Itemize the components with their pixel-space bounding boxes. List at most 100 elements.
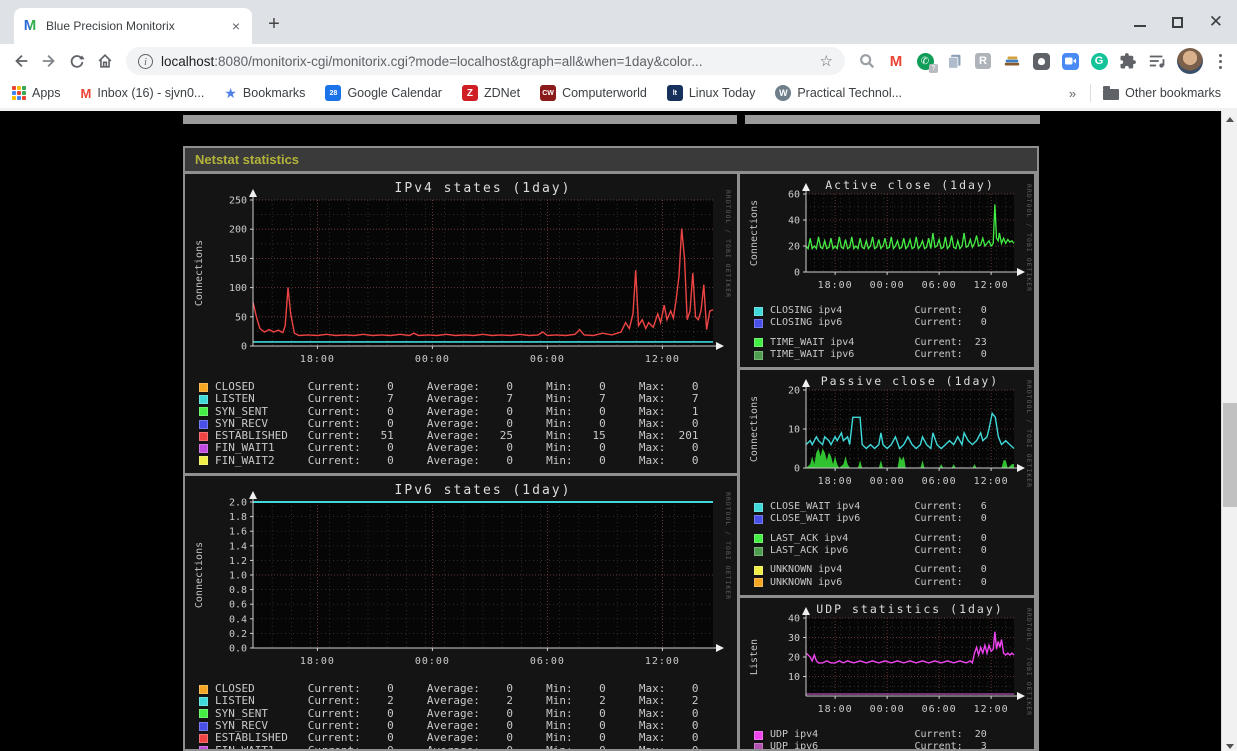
legend-row-closing-ipv4: CLOSING ipv4 Current: 0 xyxy=(754,305,1034,317)
graph-passive-close[interactable]: Passive close (1day) Connections 0 10 20 18:0… xyxy=(740,370,1034,595)
bookmark-item-inbox-16-sjvn0[interactable]: M Inbox (16) - sjvn0... xyxy=(81,86,205,101)
voice-extension-icon[interactable]: ✆? xyxy=(915,51,938,73)
legend-passive-close: CLOSE_WAIT ipv4 Current: 6 CLOSE_WAIT ipv… xyxy=(746,501,1034,589)
svg-text:20: 20 xyxy=(788,386,800,397)
playlist-extension-icon[interactable] xyxy=(1147,51,1167,71)
legend-row-unknown-ipv4: UNKNOWN ipv4 Current: 0 xyxy=(754,564,1034,576)
vertical-scrollbar[interactable] xyxy=(1221,111,1237,751)
zoom-extension-icon[interactable] xyxy=(1060,51,1080,71)
legend-gap xyxy=(754,526,1034,533)
home-button[interactable] xyxy=(92,48,118,74)
bookmarks-separator xyxy=(1090,84,1092,102)
svg-text:10: 10 xyxy=(788,672,800,683)
legend-swatch xyxy=(199,721,208,731)
forward-button[interactable] xyxy=(36,48,62,74)
browser-tab[interactable]: M Blue Precision Monitorix × xyxy=(14,8,252,44)
legend-swatch xyxy=(754,578,763,588)
scrollbar-down-arrow[interactable] xyxy=(1222,738,1237,751)
svg-text:18:00: 18:00 xyxy=(300,354,335,365)
zdnet-icon: Z xyxy=(461,85,478,101)
legend-text: LAST_ACK ipv6 Current: 0 xyxy=(770,545,987,557)
window-minimize-button[interactable] xyxy=(1133,25,1146,27)
graph-ipv6-states[interactable]: IPv6 states (1day) Connections 0.0 0.2 0.4 0.… xyxy=(185,476,737,751)
legend-row-listen: LISTEN Current: 7 Average: 7 Min: 7 Max:… xyxy=(199,392,737,406)
svg-text:2.0: 2.0 xyxy=(229,498,247,509)
legend-row-fin-wait2: FIN_WAIT2 Current: 0 Average: 0 Min: 0 M… xyxy=(199,454,737,467)
legend-gap xyxy=(754,557,1034,564)
bookmark-item-zdnet[interactable]: Z ZDNet xyxy=(461,85,520,101)
legend-text: CLOSE_WAIT ipv4 Current: 6 xyxy=(770,501,987,513)
bookmarks-star-icon: ★ xyxy=(224,84,237,101)
legend-row-last-ack-ipv4: LAST_ACK ipv4 Current: 0 xyxy=(754,533,1034,545)
reload-button[interactable] xyxy=(64,48,90,74)
legend-text: LAST_ACK ipv4 Current: 0 xyxy=(770,532,987,544)
copy-pages-extension-icon[interactable] xyxy=(944,51,964,71)
books-extension-icon[interactable] xyxy=(1002,51,1022,71)
legend-text: FIN_WAIT1 Current: 0 Average: 0 Min: 0 M… xyxy=(215,441,699,455)
bookmarks-overflow-icon[interactable]: » xyxy=(1069,86,1076,101)
pocket-extension-icon[interactable] xyxy=(1031,51,1051,71)
legend-text: TIME_WAIT ipv6 Current: 0 xyxy=(770,348,987,360)
graph-udp-statistics[interactable]: UDP statistics (1day) Listen 10 20 30 40 18:00… xyxy=(740,597,1034,751)
tab-close-icon[interactable]: × xyxy=(228,18,244,34)
svg-text:Listen: Listen xyxy=(749,639,760,675)
bookmark-item-bookmarks[interactable]: ★ Bookmarks xyxy=(224,85,305,102)
scrollbar-up-arrow[interactable] xyxy=(1222,111,1237,127)
search-extension-icon[interactable] xyxy=(857,51,877,71)
url-omnibox[interactable]: i localhost:8080/monitorix-cgi/monitorix… xyxy=(126,47,845,75)
browser-menu-icon[interactable] xyxy=(1211,53,1229,69)
previous-section-edge-left xyxy=(183,115,737,124)
window-maximize-button[interactable] xyxy=(1171,16,1183,28)
svg-text:18:00: 18:00 xyxy=(818,704,853,715)
svg-text:RRDTOOL / TOBI OETIKER: RRDTOOL / TOBI OETIKER xyxy=(1025,184,1032,292)
legend-swatch xyxy=(754,546,763,556)
new-tab-button[interactable]: + xyxy=(262,14,286,34)
svg-text:12:00: 12:00 xyxy=(645,354,680,365)
previous-section-edge-right xyxy=(745,115,1040,124)
grammarly-extension-icon[interactable]: G xyxy=(1089,51,1109,71)
svg-text:Active close (1day): Active close (1day) xyxy=(825,178,995,192)
graph-active-close[interactable]: Active close (1day) Connections 0 20 40 60 18:… xyxy=(740,174,1034,368)
svg-text:1.6: 1.6 xyxy=(229,527,247,538)
svg-text:18:00: 18:00 xyxy=(818,476,853,487)
legend-swatch xyxy=(754,534,763,544)
bookmark-item-practical-technol[interactable]: W Practical Technol... xyxy=(775,85,902,101)
svg-text:250: 250 xyxy=(229,196,247,207)
tab-title: Blue Precision Monitorix xyxy=(46,19,175,33)
window-close-button[interactable]: ✕ xyxy=(1209,13,1223,30)
bookmark-item-google-calendar[interactable]: 28 Google Calendar xyxy=(325,85,442,101)
svg-text:06:00: 06:00 xyxy=(922,280,957,291)
svg-text:Connections: Connections xyxy=(749,200,760,266)
bookmark-item-linux-today[interactable]: lt Linux Today xyxy=(666,85,755,101)
extensions-puzzle-icon[interactable] xyxy=(1118,51,1138,71)
legend-row-last-ack-ipv6: LAST_ACK ipv6 Current: 0 xyxy=(754,545,1034,557)
svg-text:00:00: 00:00 xyxy=(870,704,905,715)
back-button[interactable] xyxy=(8,48,34,74)
legend-row-closing-ipv6: CLOSING ipv6 Current: 0 xyxy=(754,317,1034,329)
legend-text: LISTEN Current: 7 Average: 7 Min: 7 Max:… xyxy=(215,392,699,406)
url-path: :8080/monitorix-cgi/monitorix.cgi?mode=l… xyxy=(214,53,703,69)
bookmark-star-icon[interactable]: ☆ xyxy=(820,52,833,70)
other-bookmarks-button[interactable]: Other bookmarks xyxy=(1103,86,1221,100)
gmail-extension-icon[interactable]: M xyxy=(886,51,906,71)
legend-text: ESTABLISHED Current: 0 Average: 0 Min: 0… xyxy=(215,731,699,745)
bookmark-item-computerworld[interactable]: CW Computerworld xyxy=(540,85,647,101)
svg-text:12:00: 12:00 xyxy=(974,476,1009,487)
gmail-icon: M xyxy=(80,85,92,101)
legend-swatch xyxy=(199,684,208,694)
legend-text: LISTEN Current: 2 Average: 2 Min: 2 Max:… xyxy=(215,694,699,708)
site-info-icon[interactable]: i xyxy=(138,53,153,69)
legend-swatch xyxy=(754,730,763,740)
profile-avatar[interactable] xyxy=(1177,48,1203,74)
graph-ipv4-states[interactable]: IPv4 states (1day) Connections 0 50 100 150 20… xyxy=(185,174,737,474)
bookmark-item-apps[interactable]: Apps xyxy=(12,86,61,100)
url-text: localhost:8080/monitorix-cgi/monitorix.c… xyxy=(161,54,812,69)
browser-toolbar: i localhost:8080/monitorix-cgi/monitorix… xyxy=(0,44,1237,78)
r-extension-icon[interactable]: R xyxy=(973,51,993,71)
legend-row-listen: LISTEN Current: 2 Average: 2 Min: 2 Max:… xyxy=(199,695,737,707)
svg-text:06:00: 06:00 xyxy=(530,354,565,365)
svg-text:RRDTOOL / TOBI OETIKER: RRDTOOL / TOBI OETIKER xyxy=(1025,608,1032,716)
legend-swatch xyxy=(754,515,763,525)
svg-text:0.4: 0.4 xyxy=(229,614,247,625)
scrollbar-thumb[interactable] xyxy=(1223,403,1237,507)
